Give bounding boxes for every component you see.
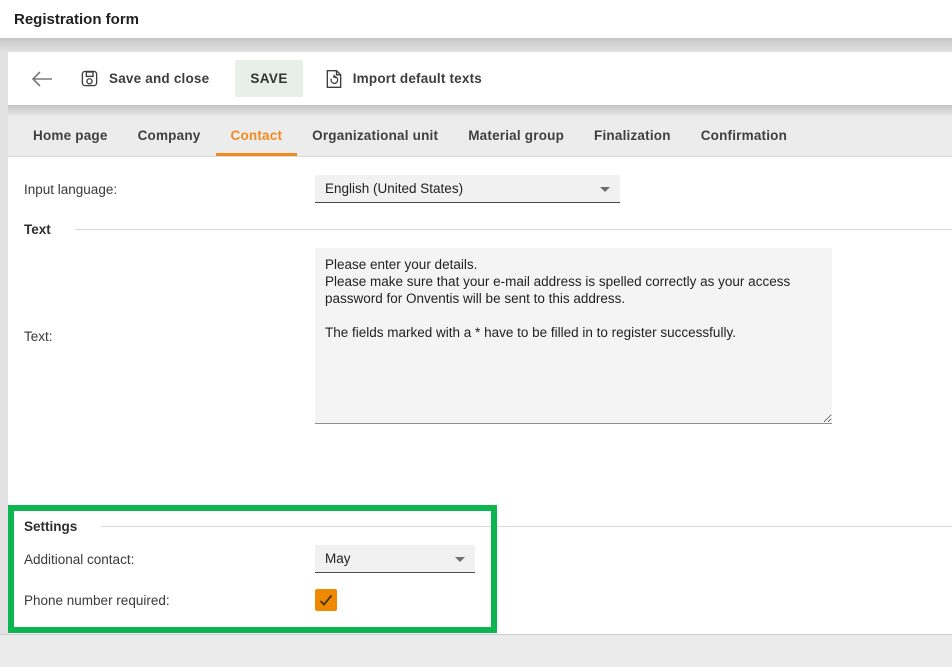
input-language-row: Input language: English (United States) (24, 175, 952, 203)
additional-contact-label: Additional contact: (24, 552, 315, 567)
import-default-texts-label: Import default texts (353, 71, 482, 86)
tab-company[interactable]: Company (123, 117, 216, 156)
settings-section-header: Settings (24, 518, 952, 534)
text-field-row: Text: Please enter your details. Please … (24, 248, 952, 424)
additional-contact-value: May (325, 551, 351, 566)
chevron-down-icon (455, 557, 465, 562)
tab-material-group[interactable]: Material group (453, 117, 579, 156)
phone-required-checkbox[interactable] (315, 589, 337, 611)
import-default-texts-button[interactable]: Import default texts (325, 69, 482, 89)
input-language-select[interactable]: English (United States) (315, 175, 620, 203)
text-section-title: Text (24, 222, 51, 237)
back-button[interactable] (28, 65, 56, 93)
section-divider (101, 526, 952, 527)
toolbar: Save and close SAVE Import default texts (8, 52, 952, 105)
tab-bar: Home page Company Contact Organizational… (8, 117, 952, 157)
text-field-label: Text: (24, 329, 315, 344)
tab-contact[interactable]: Contact (216, 117, 298, 156)
tab-confirmation[interactable]: Confirmation (686, 117, 802, 156)
save-and-close-button[interactable]: Save and close (80, 69, 209, 88)
save-button[interactable]: SAVE (235, 60, 302, 97)
text-section-header: Text (24, 221, 952, 237)
input-language-value: English (United States) (325, 181, 463, 196)
import-icon (325, 69, 343, 89)
settings-section-title: Settings (24, 519, 77, 534)
tab-home-page[interactable]: Home page (18, 117, 123, 156)
tab-organizational-unit[interactable]: Organizational unit (297, 117, 453, 156)
chevron-down-icon (600, 187, 610, 192)
window-header: Registration form (0, 0, 952, 38)
page-footer (0, 634, 952, 667)
phone-required-label: Phone number required: (24, 593, 315, 608)
section-divider (75, 229, 952, 230)
input-language-label: Input language: (24, 182, 315, 197)
additional-contact-select[interactable]: May (315, 545, 475, 573)
phone-required-row: Phone number required: (24, 589, 952, 611)
header-shadow (0, 38, 952, 52)
additional-contact-row: Additional contact: May (24, 545, 952, 573)
page-title: Registration form (14, 11, 139, 28)
checkmark-icon (318, 593, 334, 607)
form-content: Input language: English (United States) … (8, 157, 952, 634)
save-icon (80, 69, 99, 88)
text-field-input[interactable]: Please enter your details. Please make s… (315, 248, 832, 424)
save-and-close-label: Save and close (109, 71, 209, 86)
tab-finalization[interactable]: Finalization (579, 117, 686, 156)
toolbar-shadow (8, 105, 952, 117)
back-arrow-icon (31, 71, 53, 87)
